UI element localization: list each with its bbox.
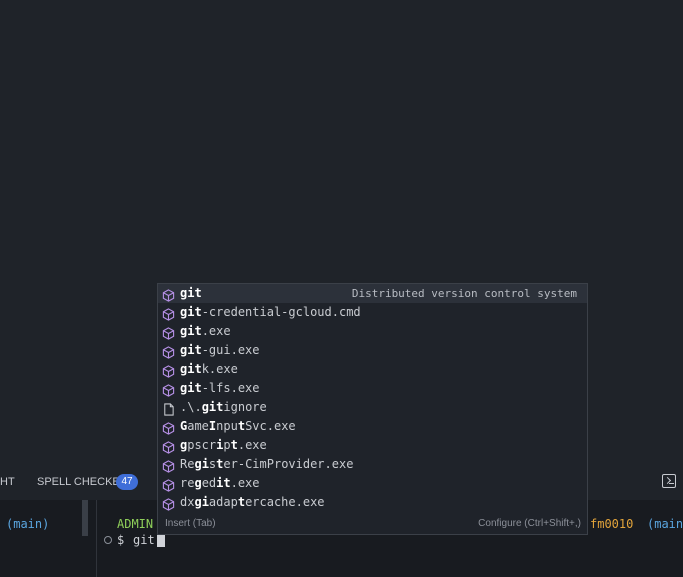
suggestion-description: Distributed version control system [351,287,577,300]
package-icon [162,325,175,340]
suggestion-label: git-lfs.exe [180,381,260,395]
package-icon [162,306,175,321]
configure-hint[interactable]: Configure (Ctrl+Shift+,) [478,518,581,529]
left-pane-branch: (main) [6,517,50,531]
terminal-icon[interactable] [662,474,676,488]
terminal-cursor [157,533,165,547]
command-status-icon [104,536,112,544]
suggestion-item[interactable]: Register-CimProvider.exe [158,455,587,474]
suggestion-item[interactable]: regedit.exe [158,474,587,493]
suggestion-item[interactable]: GameInputSvc.exe [158,417,587,436]
package-icon [162,420,175,435]
package-icon [162,344,175,359]
tab-spell-checker[interactable]: SPELL CHECKER [37,476,128,488]
suggestion-label: GameInputSvc.exe [180,419,296,433]
pane-divider [96,500,97,577]
package-icon [162,382,175,397]
suggestion-label: regedit.exe [180,476,260,490]
suggestion-label: dxgiadaptercache.exe [180,495,325,509]
suggestion-label: git [180,286,202,300]
suggestion-item[interactable]: git.exe [158,322,587,341]
suggestion-item[interactable]: dxgiadaptercache.exe [158,493,587,512]
package-icon [162,439,175,454]
insert-hint[interactable]: Insert (Tab) [165,518,216,529]
prompt-user: ADMIN [117,517,154,531]
suggestion-item[interactable]: gitk.exe [158,360,587,379]
suggestion-label: gitk.exe [180,362,238,376]
suggestion-footer: Insert (Tab) Configure (Ctrl+Shift+,) [158,513,587,534]
pane-splitter-handle[interactable] [82,500,88,536]
package-icon [162,496,175,511]
suggestion-popup: git Distributed version control system git… [157,283,588,535]
suggestion-item[interactable]: .\.gitignore [158,398,587,417]
tab-output-partial[interactable]: HT [0,476,15,488]
suggestion-label: git-gui.exe [180,343,260,357]
suggestion-item[interactable]: git Distributed version control system [158,284,587,303]
suggestion-item[interactable]: git-credential-gcloud.cmd [158,303,587,322]
package-icon [162,458,175,473]
suggestion-item[interactable]: git-gui.exe [158,341,587,360]
prompt-symbol: $ [117,533,125,547]
package-icon [162,287,175,302]
prompt-branch: (main [647,517,683,531]
prompt-host: fm0010 [590,517,634,531]
suggestion-label: git.exe [180,324,231,338]
suggestion-item[interactable]: gpscript.exe [158,436,587,455]
package-icon [162,363,175,378]
suggestion-label: Register-CimProvider.exe [180,457,354,471]
suggestion-item[interactable]: git-lfs.exe [158,379,587,398]
suggestion-label: .\.gitignore [180,400,267,414]
suggestion-label: git-credential-gcloud.cmd [180,305,361,319]
suggestion-label: gpscript.exe [180,438,267,452]
terminal-input[interactable]: git [133,533,155,547]
file-icon [162,401,175,416]
package-icon [162,477,175,492]
spell-checker-count-badge: 47 [116,474,138,490]
